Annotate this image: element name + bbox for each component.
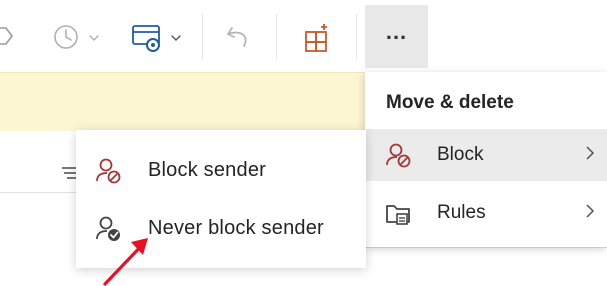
menu-item-label: Rules — [437, 202, 486, 223]
more-options-button[interactable]: ... — [365, 5, 428, 68]
menu-header: Move & delete — [386, 92, 514, 113]
block-sender-item[interactable]: Block sender — [76, 142, 366, 198]
menu-item-rules[interactable]: Rules — [365, 187, 607, 239]
rules-folder-icon — [386, 205, 410, 225]
menu-item-label: Block — [437, 144, 484, 165]
menu-item-block[interactable]: Block — [365, 129, 607, 181]
toolbar-separator — [276, 14, 277, 60]
pin-icon — [0, 27, 13, 45]
more-icon: ... — [385, 18, 408, 44]
chevron-right-icon — [586, 146, 595, 160]
rules-icon — [132, 25, 181, 52]
pin-button[interactable] — [0, 22, 16, 50]
list-divider — [0, 192, 76, 193]
toolbar-separator — [356, 14, 357, 60]
toolbar-separator — [202, 14, 203, 60]
undo-button[interactable] — [224, 22, 256, 52]
apps-icon — [305, 24, 327, 52]
annotation-arrow-icon — [103, 238, 148, 286]
apps-button[interactable] — [300, 22, 334, 54]
rules-button[interactable] — [130, 22, 188, 54]
filter-icon[interactable] — [62, 165, 76, 181]
undo-icon — [227, 27, 247, 47]
block-person-icon — [386, 143, 411, 168]
chevron-right-icon — [586, 204, 595, 218]
snooze-button[interactable] — [50, 22, 108, 52]
snooze-icon — [54, 25, 99, 49]
block-sender-label: Block sender — [148, 158, 267, 181]
list-divider — [366, 247, 607, 248]
move-delete-menu: Move & delete Block Rules — [365, 72, 607, 247]
block-sender-icon — [96, 158, 121, 184]
toolbar: ... — [0, 0, 607, 72]
never-block-sender-label: Never block sender — [148, 216, 324, 239]
